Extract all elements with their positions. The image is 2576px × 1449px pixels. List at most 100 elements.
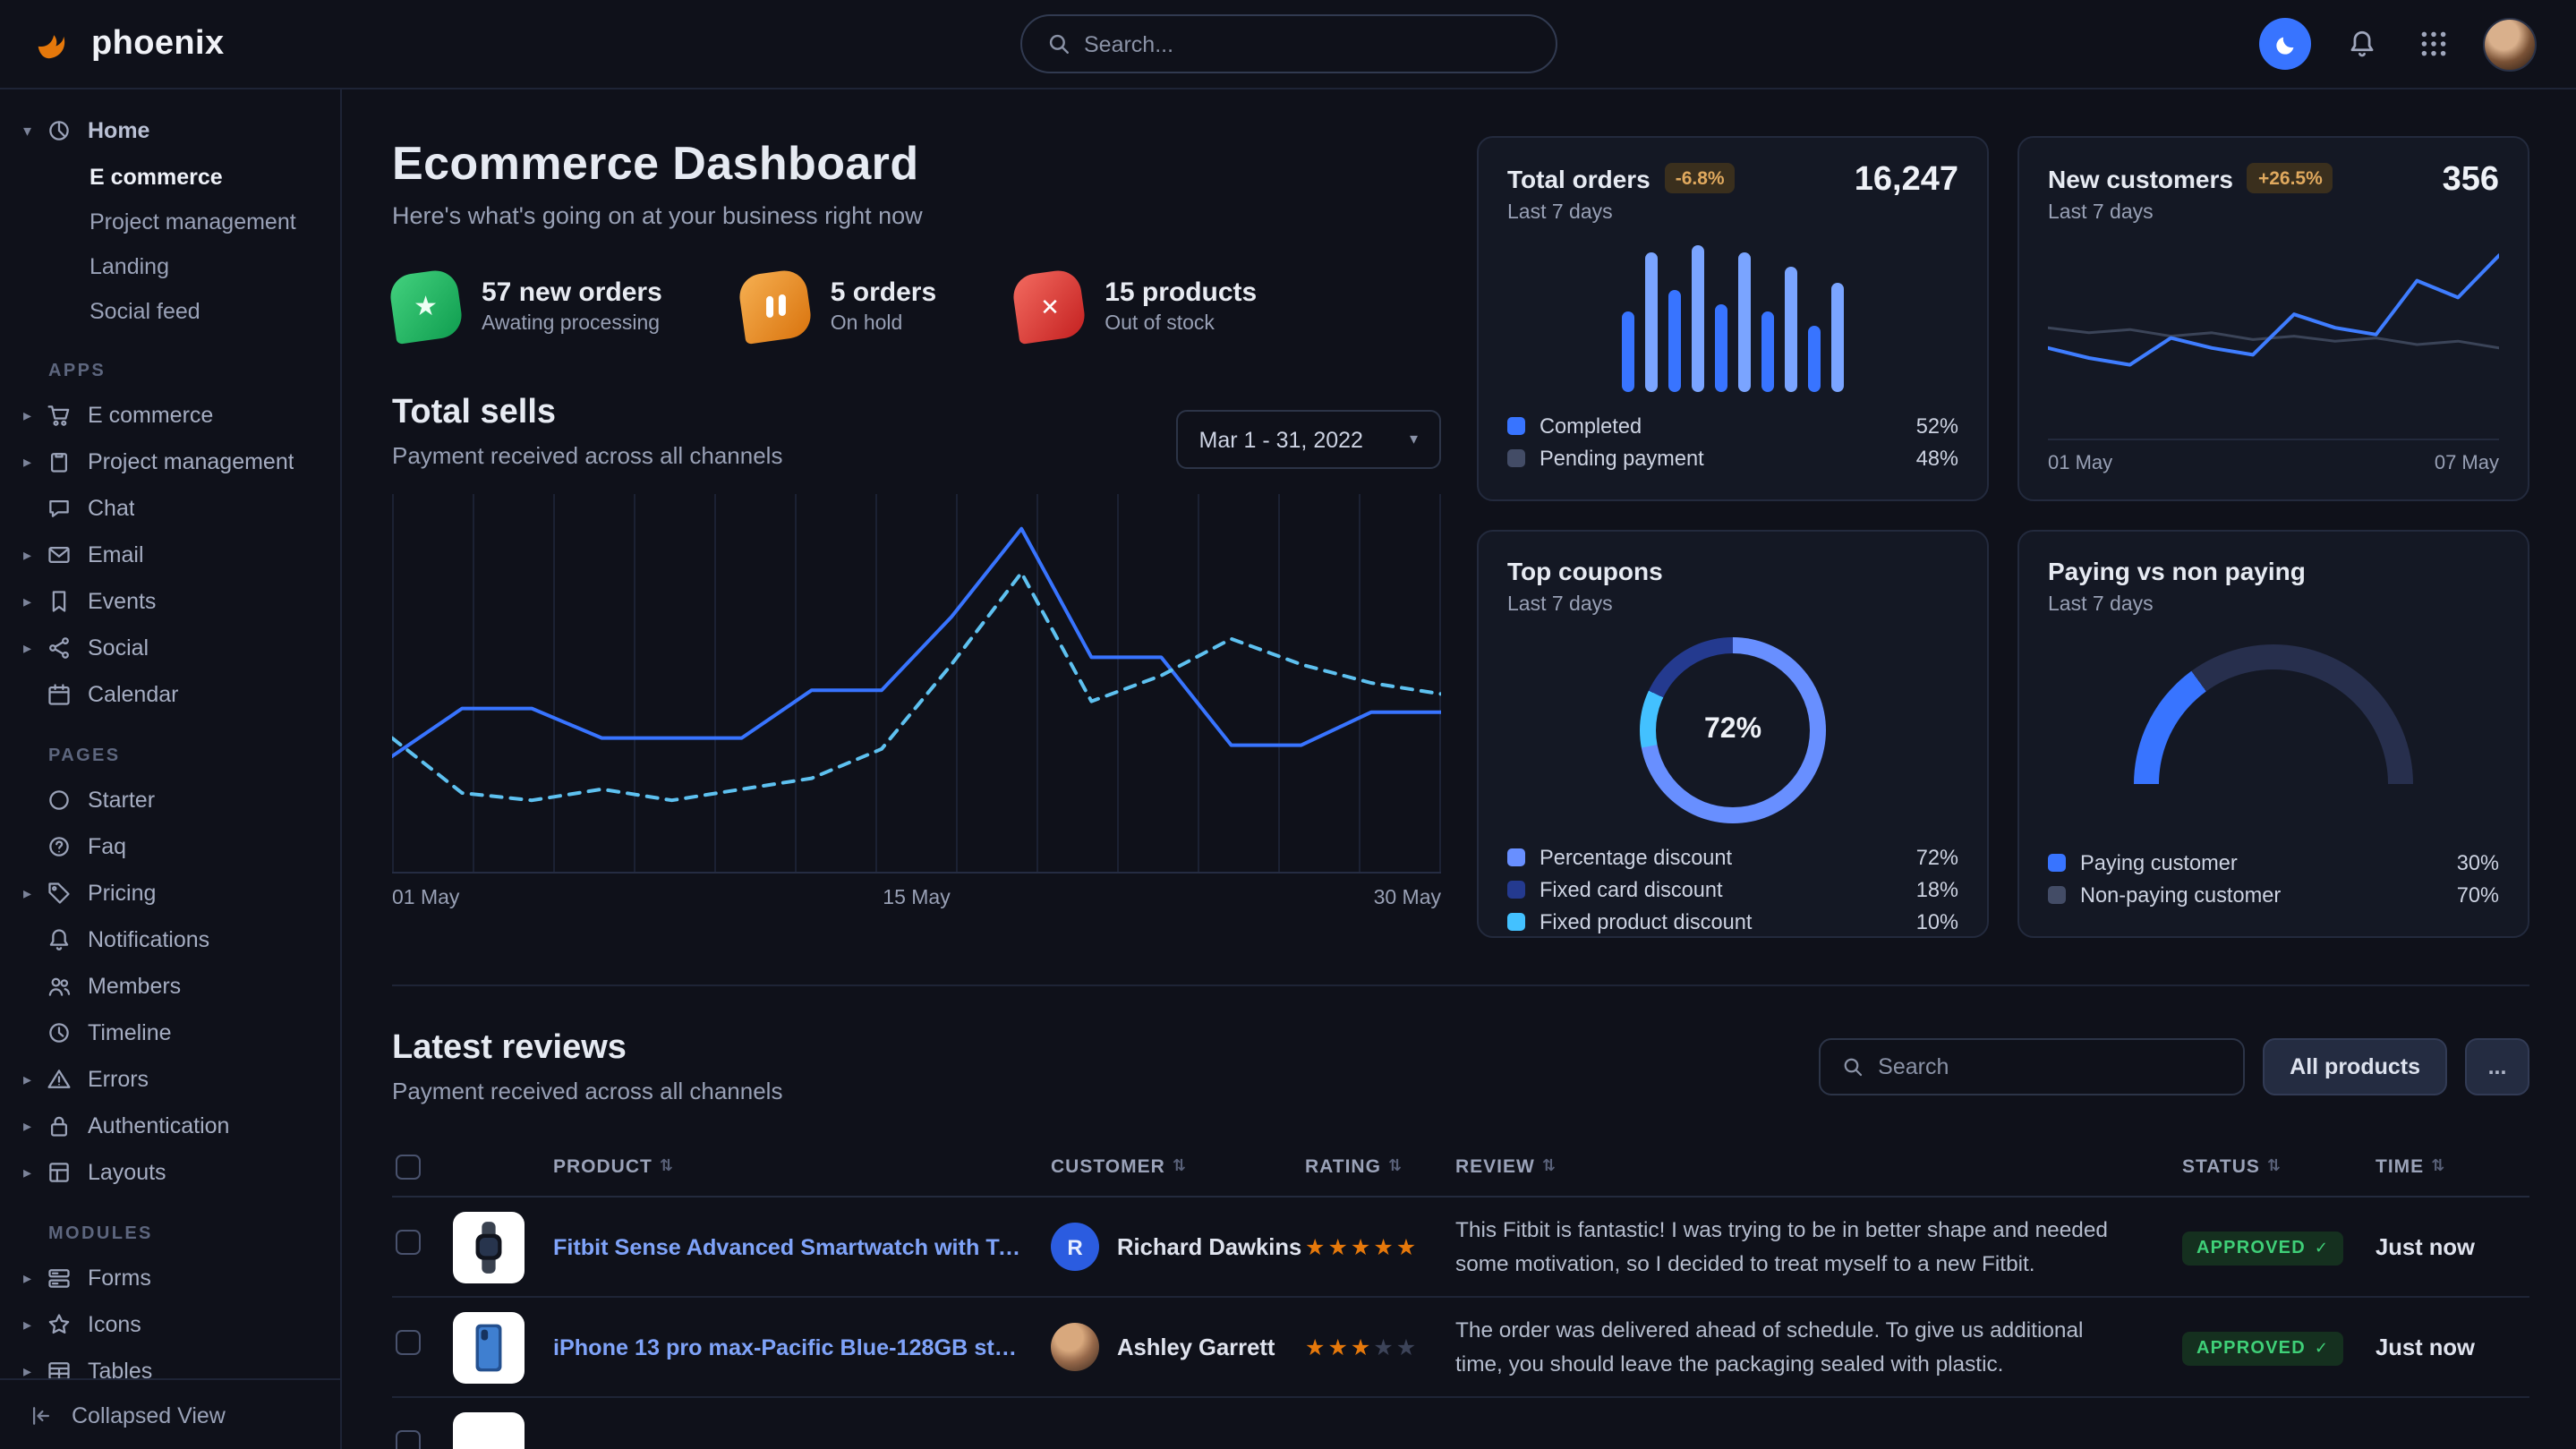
caret-down-icon: ▾ xyxy=(23,121,47,141)
global-search-input[interactable] xyxy=(1084,31,1530,56)
check-icon: ✓ xyxy=(2315,1238,2329,1257)
sidebar-item-project-management[interactable]: ▸Project management xyxy=(0,439,340,485)
review-row: Fitbit Sense Advanced Smartwatch with To… xyxy=(392,1198,2529,1298)
search-icon xyxy=(1842,1056,1864,1078)
sidebar-item-e-commerce[interactable]: ▸E commerce xyxy=(0,392,340,439)
collapsed-view-label: Collapsed View xyxy=(72,1402,226,1428)
column-header-rating[interactable]: RATING xyxy=(1305,1155,1381,1177)
legend-item: Fixed card discount18% xyxy=(1507,874,1958,906)
sidebar-item-email[interactable]: ▸Email xyxy=(0,532,340,578)
sidebar-item-landing[interactable]: Landing xyxy=(0,243,340,288)
reviews-search[interactable] xyxy=(1819,1038,2245,1095)
main-content: Ecommerce Dashboard Here's what's going … xyxy=(342,89,2576,1449)
sort-icon[interactable]: ⇅ xyxy=(660,1156,674,1176)
pause-icon xyxy=(737,268,814,345)
sidebar-item-faq[interactable]: Faq xyxy=(0,823,340,870)
column-header-product[interactable]: PRODUCT xyxy=(553,1155,653,1177)
sidebar-section-title-pages: PAGES xyxy=(0,746,340,766)
row-checkbox[interactable] xyxy=(396,1230,421,1255)
bookmark-icon xyxy=(47,589,88,614)
caret-right-icon: ▸ xyxy=(23,1070,47,1089)
sidebar-item-icons[interactable]: ▸Icons xyxy=(0,1301,340,1348)
customer-avatar xyxy=(1051,1323,1099,1371)
paying-legend: Paying customer30%Non-paying customer70% xyxy=(2048,847,2499,911)
all-products-button[interactable]: All products xyxy=(2263,1038,2447,1095)
sort-icon[interactable]: ⇅ xyxy=(2267,1156,2282,1176)
select-all-checkbox[interactable] xyxy=(396,1154,421,1179)
global-search[interactable] xyxy=(1019,14,1557,73)
sidebar-item-timeline[interactable]: Timeline xyxy=(0,1010,340,1056)
form-icon xyxy=(47,1266,88,1291)
product-link[interactable]: Fitbit Sense Advanced Smartwatch with To… xyxy=(553,1234,1051,1259)
legend-item: Paying customer30% xyxy=(2048,847,2499,879)
product-link[interactable]: iPhone 13 pro max-Pacific Blue-128GB sto… xyxy=(553,1334,1051,1360)
apps-menu-button[interactable] xyxy=(2411,22,2454,65)
change-badge: -6.8% xyxy=(1665,163,1736,193)
viewport: phoenix ▾HomeE commerceProject managemen… xyxy=(0,0,2576,1449)
sidebar-item-pricing[interactable]: ▸Pricing xyxy=(0,870,340,916)
sidebar-item-forms[interactable]: ▸Forms xyxy=(0,1255,340,1301)
sidebar-item-social[interactable]: ▸Social xyxy=(0,625,340,671)
stat-on-hold: 5 ordersOn hold xyxy=(741,272,936,340)
review-text: The order was delivered ahead of schedul… xyxy=(1455,1313,2182,1381)
sidebar-item-home[interactable]: ▾Home xyxy=(0,107,340,154)
legend-label: Completed xyxy=(1540,413,1642,439)
legend-value: 72% xyxy=(1916,845,1958,870)
legend-item: Fixed product discount10% xyxy=(1507,906,1958,938)
question-icon xyxy=(47,834,88,859)
notifications-button[interactable] xyxy=(2340,22,2383,65)
user-avatar[interactable] xyxy=(2483,17,2537,71)
legend-swatch xyxy=(1507,417,1525,435)
sidebar-item-e-commerce[interactable]: E commerce xyxy=(0,154,340,199)
reviews-search-input[interactable] xyxy=(1878,1054,2222,1079)
star-filled-icon: ★ xyxy=(1396,1234,1419,1259)
rating-stars: ★★★★★ xyxy=(1305,1231,1455,1263)
column-header-customer[interactable]: CUSTOMER xyxy=(1051,1155,1165,1177)
theme-toggle-button[interactable] xyxy=(2259,18,2311,70)
sort-icon[interactable]: ⇅ xyxy=(1388,1156,1403,1176)
legend-item: Completed52% xyxy=(1507,410,1958,442)
top-coupons-card: Top coupons Last 7 days 72% Percentage d… xyxy=(1477,530,1989,938)
sidebar-item-notifications[interactable]: Notifications xyxy=(0,916,340,963)
more-options-button[interactable]: ... xyxy=(2465,1038,2529,1095)
sidebar-item-social-feed[interactable]: Social feed xyxy=(0,288,340,333)
column-header-review[interactable]: REVIEW xyxy=(1455,1155,1535,1177)
sidebar-item-errors[interactable]: ▸Errors xyxy=(0,1056,340,1103)
x-label-start: 01 May xyxy=(2048,453,2112,474)
card-title: Paying vs non paying xyxy=(2048,557,2306,585)
change-badge: +26.5% xyxy=(2248,163,2333,193)
page-subtitle: Here's what's going on at your business … xyxy=(392,202,1441,229)
sidebar-item-project-management[interactable]: Project management xyxy=(0,199,340,243)
brand-logo[interactable]: phoenix xyxy=(32,21,225,66)
status-badge: APPROVED✓ xyxy=(2182,1331,2343,1365)
paying-gauge-chart xyxy=(2134,644,2413,784)
column-header-status[interactable]: STATUS xyxy=(2182,1155,2260,1177)
product-thumbnail[interactable] xyxy=(453,1211,525,1283)
sidebar-item-calendar[interactable]: Calendar xyxy=(0,671,340,718)
customer-name: Richard Dawkins xyxy=(1117,1233,1301,1260)
sort-icon[interactable]: ⇅ xyxy=(1173,1156,1187,1176)
collapse-icon xyxy=(29,1402,54,1428)
column-header-time[interactable]: TIME xyxy=(2376,1155,2424,1177)
sidebar-item-events[interactable]: ▸Events xyxy=(0,578,340,625)
collapsed-view-toggle[interactable]: Collapsed View xyxy=(0,1378,340,1449)
date-range-select[interactable]: Mar 1 - 31, 2022 ▾ xyxy=(1176,410,1442,469)
sidebar-item-chat[interactable]: Chat xyxy=(0,485,340,532)
sidebar-item-starter[interactable]: Starter xyxy=(0,777,340,823)
sidebar-item-authentication[interactable]: ▸Authentication xyxy=(0,1103,340,1149)
calendar-icon xyxy=(47,682,88,707)
total-sells-title: Total sells xyxy=(392,394,782,433)
customer-avatar: R xyxy=(1051,1223,1099,1271)
row-checkbox[interactable] xyxy=(396,1430,421,1449)
app-root: phoenix ▾HomeE commerceProject managemen… xyxy=(0,0,2576,1449)
rating-stars: ★★★★★ xyxy=(1305,1331,1455,1363)
sidebar-item-members[interactable]: Members xyxy=(0,963,340,1010)
sort-icon[interactable]: ⇅ xyxy=(1542,1156,1557,1176)
product-thumbnail[interactable] xyxy=(453,1411,525,1449)
sidebar-item-layouts[interactable]: ▸Layouts xyxy=(0,1149,340,1196)
product-thumbnail[interactable] xyxy=(453,1311,525,1383)
sort-icon[interactable]: ⇅ xyxy=(2431,1156,2445,1176)
layout-icon xyxy=(47,1160,88,1185)
row-checkbox[interactable] xyxy=(396,1330,421,1355)
star-icon xyxy=(47,1312,88,1337)
